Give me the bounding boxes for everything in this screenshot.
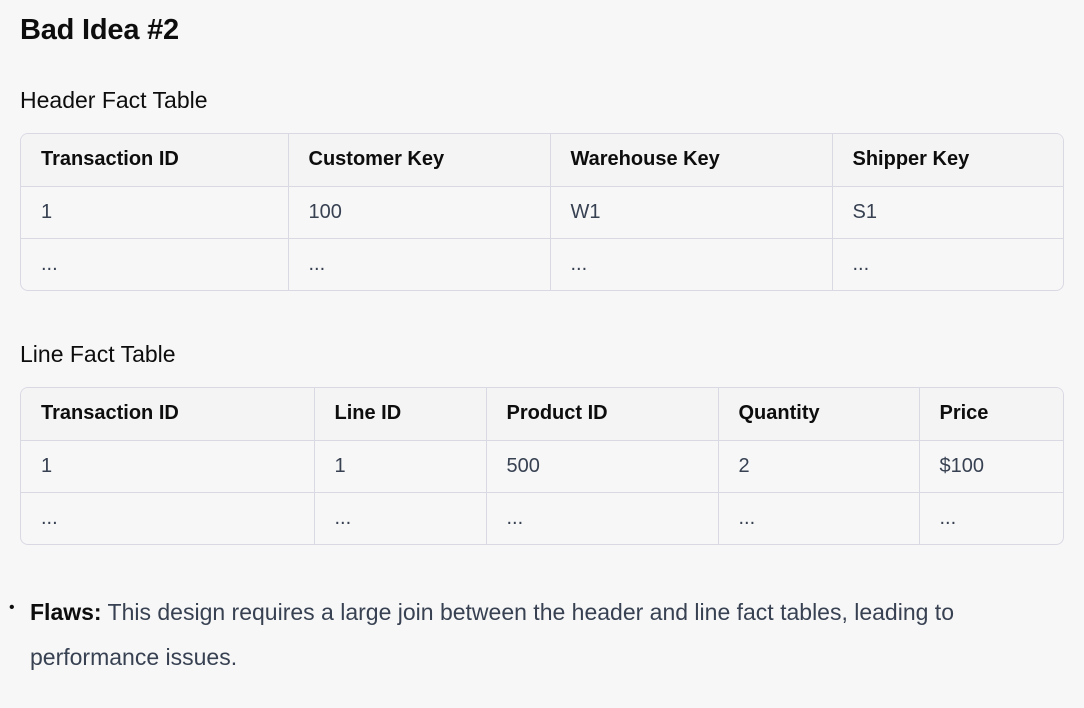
- column-header: Transaction ID: [21, 134, 289, 187]
- line-table-heading: Line Fact Table: [20, 341, 176, 367]
- table-cell: ...: [939, 506, 957, 529]
- flaws-bullet: • Flaws: This design requires a large jo…: [0, 590, 1084, 680]
- column-header: Warehouse Key: [550, 134, 833, 187]
- table-cell: 100: [288, 186, 551, 239]
- column-header: Customer Key: [288, 134, 551, 187]
- column-header: Shipper Key: [832, 134, 1063, 187]
- header-table-heading: Header Fact Table: [20, 87, 208, 113]
- column-header: Product ID: [486, 388, 719, 441]
- table-row: 1 100 W1 S1: [21, 186, 1063, 239]
- table-cell: $100: [919, 440, 1063, 493]
- table-header-row: Transaction ID Line ID Product ID Quanti…: [21, 388, 1063, 441]
- table-cell: 1: [21, 440, 315, 493]
- table-cell: W1: [550, 186, 833, 239]
- column-header: Quantity: [718, 388, 920, 441]
- table-row: ... ... ... ... ...: [21, 492, 1063, 544]
- table-cell: 500: [486, 440, 719, 493]
- table-cell: 1: [21, 186, 289, 239]
- table-cell: 2: [718, 440, 920, 493]
- table-cell: ...: [486, 492, 719, 544]
- table-cell: 1: [314, 440, 487, 493]
- table-header-row: Transaction ID Customer Key Warehouse Ke…: [21, 134, 1063, 187]
- line-fact-table: Transaction ID Line ID Product ID Quanti…: [20, 387, 1064, 545]
- table-cell: ...: [288, 238, 551, 290]
- table-cell: ...: [852, 252, 870, 275]
- table-cell: ...: [314, 492, 487, 544]
- table-cell: ...: [718, 492, 920, 544]
- column-header: Price: [919, 388, 1063, 441]
- table-cell: ...: [21, 238, 289, 290]
- header-fact-table: Transaction ID Customer Key Warehouse Ke…: [20, 133, 1064, 291]
- flaws-text: This design requires a large join betwee…: [30, 599, 954, 670]
- table-row: 1 1 500 2 $100: [21, 440, 1063, 493]
- column-header: Line ID: [314, 388, 487, 441]
- section-title: Bad Idea #2: [20, 14, 179, 46]
- table-cell: S1: [832, 186, 1063, 239]
- table-cell: ...: [550, 238, 833, 290]
- bullet-marker: •: [9, 599, 15, 616]
- document-page: Bad Idea #2 Header Fact Table Transactio…: [0, 0, 1084, 708]
- table-cell: ...: [21, 492, 315, 544]
- column-header: Transaction ID: [21, 388, 315, 441]
- flaws-label: Flaws:: [30, 599, 102, 625]
- table-row: ... ... ... ...: [21, 238, 1063, 290]
